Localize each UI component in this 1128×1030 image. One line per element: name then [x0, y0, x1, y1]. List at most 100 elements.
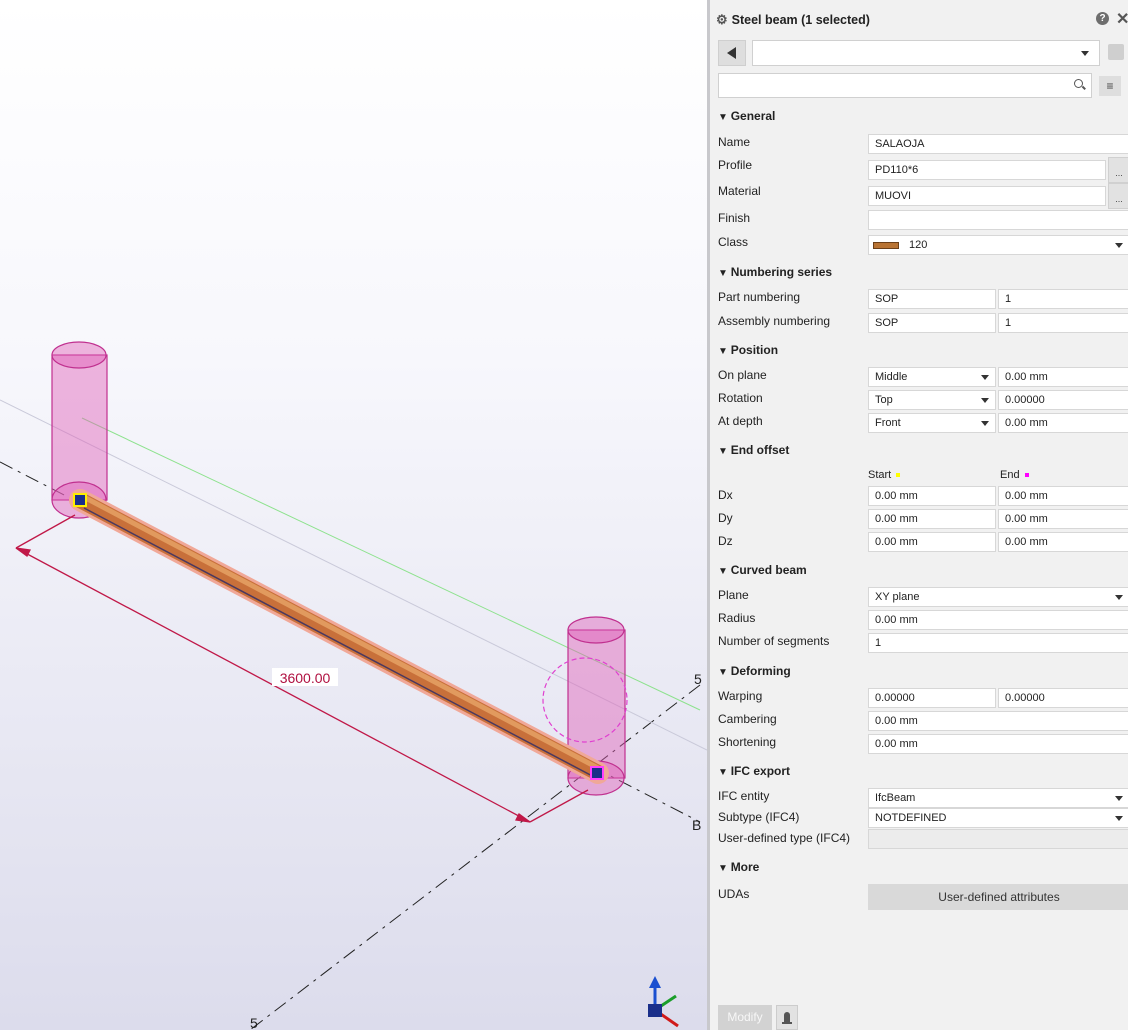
menu-icon[interactable]: ≡	[1099, 76, 1121, 96]
saved-settings-dropdown[interactable]	[752, 40, 1100, 66]
assembly-start-field[interactable]: 1	[998, 313, 1128, 333]
section-numbering[interactable]: Numbering series	[718, 265, 832, 279]
shortening-field[interactable]: 0.00 mm	[868, 734, 1128, 754]
cambering-field[interactable]: 0.00 mm	[868, 711, 1128, 731]
search-icon	[1074, 79, 1083, 88]
plane-value: XY plane	[875, 591, 920, 603]
chevron-down-icon	[1081, 51, 1089, 56]
model-view[interactable]: 3600.00 5 5 B	[0, 0, 707, 1030]
section-curved-beam[interactable]: Curved beam	[718, 563, 807, 577]
gear-icon: ⚙	[716, 12, 728, 27]
name-field[interactable]: SALAOJA	[868, 134, 1128, 154]
dz-start-field[interactable]: 0.00 mm	[868, 532, 996, 552]
section-ifc-export[interactable]: IFC export	[718, 764, 790, 778]
plane-dropdown[interactable]: XY plane	[868, 587, 1128, 607]
class-value: 120	[909, 239, 928, 251]
user-defined-type-field[interactable]	[868, 829, 1128, 849]
assembly-prefix-field[interactable]: SOP	[868, 313, 996, 333]
end-column-header: End	[1000, 469, 1029, 481]
profile-field[interactable]: PD110*6	[868, 160, 1106, 180]
ifc-entity-value: IfcBeam	[875, 792, 916, 804]
dy-end-field[interactable]: 0.00 mm	[998, 509, 1128, 529]
chevron-down-icon	[1115, 595, 1123, 600]
grid-label-5-bottom: 5	[250, 1015, 258, 1030]
pick-tool-button[interactable]	[776, 1005, 798, 1030]
close-icon[interactable]: ✕	[1116, 9, 1128, 29]
at-depth-value: Front	[875, 417, 901, 429]
on-plane-dropdown[interactable]: Middle	[868, 367, 996, 387]
radius-field[interactable]: 0.00 mm	[868, 610, 1128, 630]
steel-beam[interactable]	[69, 489, 609, 784]
material-field[interactable]: MUOVI	[868, 186, 1106, 206]
section-position[interactable]: Position	[718, 343, 778, 357]
on-plane-offset-field[interactable]: 0.00 mm	[998, 367, 1128, 387]
axis-indicator-icon	[648, 976, 679, 1028]
at-depth-offset-field[interactable]: 0.00 mm	[998, 413, 1128, 433]
dimension-label: 3600.00	[280, 670, 331, 686]
ifc-entity-label: IFC entity	[718, 789, 770, 803]
finish-field[interactable]	[868, 210, 1128, 230]
end-header-text: End	[1000, 469, 1020, 481]
model-canvas[interactable]: 3600.00 5 5 B	[0, 0, 707, 1030]
part-numbering-label: Part numbering	[718, 290, 801, 304]
on-plane-value: Middle	[875, 371, 908, 383]
subtype-dropdown[interactable]: NOTDEFINED	[868, 808, 1128, 828]
udas-label: UDAs	[718, 887, 750, 901]
warping-start-field[interactable]: 0.00000	[868, 688, 996, 708]
profile-browse-button[interactable]: ...	[1108, 157, 1128, 183]
help-icon[interactable]: ?	[1096, 12, 1109, 25]
profile-label: Profile	[718, 158, 753, 172]
class-color-swatch	[873, 242, 899, 249]
rotation-dropdown[interactable]: Top	[868, 390, 996, 410]
radius-label: Radius	[718, 611, 756, 625]
panel-header: ⚙ Steel beam (1 selected)	[716, 12, 870, 28]
save-icon[interactable]	[1108, 44, 1124, 60]
warping-end-field[interactable]: 0.00000	[998, 688, 1128, 708]
dz-label: Dz	[718, 534, 733, 548]
chevron-down-icon	[1115, 796, 1123, 801]
part-start-field[interactable]: 1	[998, 289, 1128, 309]
material-browse-button[interactable]: ...	[1108, 183, 1128, 209]
name-label: Name	[718, 135, 751, 149]
rotation-offset-field[interactable]: 0.00000	[998, 390, 1128, 410]
start-column-header: Start	[868, 469, 901, 481]
dx-label: Dx	[718, 488, 733, 502]
dx-start-field[interactable]: 0.00 mm	[868, 486, 996, 506]
chevron-down-icon	[981, 398, 989, 403]
segments-field[interactable]: 1	[868, 633, 1128, 653]
segments-label: Number of segments	[718, 634, 830, 648]
assembly-numbering-label: Assembly numbering	[718, 314, 831, 328]
dz-end-field[interactable]: 0.00 mm	[998, 532, 1128, 552]
section-end-offset[interactable]: End offset	[718, 443, 790, 457]
dy-start-field[interactable]: 0.00 mm	[868, 509, 996, 529]
modify-button[interactable]: Modify	[718, 1005, 772, 1030]
subtype-value: NOTDEFINED	[875, 812, 947, 824]
property-panel: ⚙ Steel beam (1 selected) ? ✕ ≡ General …	[710, 0, 1128, 1030]
dy-label: Dy	[718, 511, 733, 525]
ifc-entity-dropdown[interactable]: IfcBeam	[868, 788, 1128, 808]
section-more[interactable]: More	[718, 860, 760, 874]
dx-end-field[interactable]: 0.00 mm	[998, 486, 1128, 506]
at-depth-label: At depth	[718, 414, 763, 428]
subtype-label: Subtype (IFC4)	[718, 810, 800, 824]
brush-icon	[784, 1012, 790, 1022]
warping-label: Warping	[718, 689, 763, 703]
search-input[interactable]	[718, 73, 1092, 98]
part-prefix-field[interactable]: SOP	[868, 289, 996, 309]
end-marker-icon	[1024, 473, 1029, 478]
material-label: Material	[718, 184, 761, 198]
chevron-down-icon	[981, 421, 989, 426]
plane-label: Plane	[718, 588, 749, 602]
beam-start-handle[interactable]	[73, 493, 87, 507]
beam-end-handle[interactable]	[590, 766, 604, 780]
back-button[interactable]	[718, 40, 746, 66]
panel-title: Steel beam (1 selected)	[731, 13, 870, 27]
user-defined-attributes-button[interactable]: User-defined attributes	[868, 884, 1128, 910]
class-dropdown[interactable]: 120	[868, 235, 1128, 255]
rotation-value: Top	[875, 394, 893, 406]
at-depth-dropdown[interactable]: Front	[868, 413, 996, 433]
section-general[interactable]: General	[718, 109, 776, 123]
section-deforming[interactable]: Deforming	[718, 664, 791, 678]
chevron-down-icon	[1115, 243, 1123, 248]
shortening-label: Shortening	[718, 735, 777, 749]
